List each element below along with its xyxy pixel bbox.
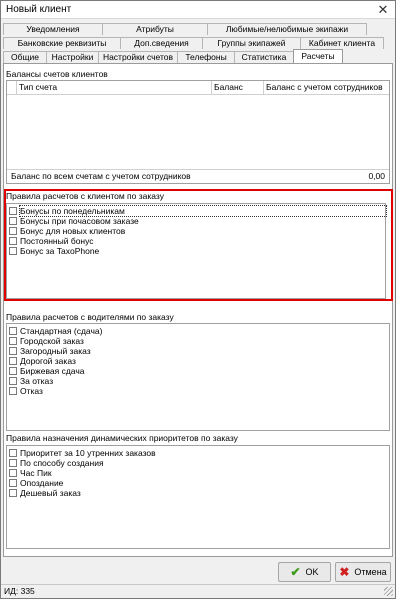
tab-client-cabinet[interactable]: Кабинет клиента <box>300 37 384 49</box>
driver-rules-label: Правила расчетов с водителями по заказу <box>6 312 174 322</box>
window-title: Новый клиент <box>6 4 72 15</box>
tab-general[interactable]: Общие <box>3 51 47 63</box>
tab-bank-details[interactable]: Банковские реквизиты <box>3 37 121 49</box>
checkbox[interactable] <box>9 469 17 477</box>
tab-settings[interactable]: Настройки <box>46 51 99 63</box>
column-balance[interactable]: Баланс <box>212 81 264 95</box>
checkbox[interactable] <box>9 387 17 395</box>
cancel-button[interactable]: ✖ Отмена <box>335 562 391 582</box>
record-id: ИД: 335 <box>4 586 35 596</box>
balances-label: Балансы счетов клиентов <box>6 69 108 79</box>
priority-rule-item[interactable]: Опоздание <box>9 478 156 488</box>
checkmark-icon: ✔ <box>290 565 301 579</box>
checkbox[interactable] <box>9 347 17 355</box>
status-bar: ИД: 335 <box>1 584 395 598</box>
driver-rules-list[interactable]: Стандартная (сдача) Городской заказ Заго… <box>6 323 390 431</box>
tab-settlements[interactable]: Расчеты <box>293 49 343 63</box>
balances-header: Тип счета Баланс Баланс с учетом сотрудн… <box>7 81 389 95</box>
checkbox[interactable] <box>9 489 17 497</box>
client-window: Новый клиент ✕ Уведомления Атрибуты Люби… <box>0 0 396 599</box>
checkbox[interactable] <box>9 479 17 487</box>
column-account-type[interactable]: Тип счета <box>17 81 212 95</box>
priority-rules-list[interactable]: Приоритет за 10 утренних заказов По спос… <box>6 445 390 549</box>
tab-extra-info[interactable]: Доп.сведения <box>120 37 203 49</box>
priority-rules-label: Правила назначения динамических приорите… <box>6 433 238 443</box>
driver-rule-item[interactable]: Дорогой заказ <box>9 356 102 366</box>
ok-button[interactable]: ✔ OK <box>278 562 331 582</box>
tab-notifications[interactable]: Уведомления <box>3 23 103 35</box>
driver-rule-item[interactable]: Городской заказ <box>9 336 102 346</box>
tab-strip: Уведомления Атрибуты Любимые/нелюбимые э… <box>3 21 393 63</box>
close-icon[interactable]: ✕ <box>375 2 391 18</box>
checkbox[interactable] <box>9 357 17 365</box>
driver-rule-item[interactable]: Отказ <box>9 386 102 396</box>
title-bar: Новый клиент ✕ <box>1 1 395 19</box>
tab-attributes[interactable]: Атрибуты <box>102 23 208 35</box>
checkbox[interactable] <box>9 337 17 345</box>
tab-panel-settlements: Балансы счетов клиентов Тип счета Баланс… <box>3 63 393 557</box>
checkbox[interactable] <box>9 327 17 335</box>
driver-rule-item[interactable]: Стандартная (сдача) <box>9 326 102 336</box>
driver-rule-item[interactable]: Загородный заказ <box>9 346 102 356</box>
balances-table[interactable]: Тип счета Баланс Баланс с учетом сотрудн… <box>6 80 390 184</box>
priority-rule-item[interactable]: Дешевый заказ <box>9 488 156 498</box>
priority-rule-item[interactable]: Приоритет за 10 утренних заказов <box>9 448 156 458</box>
highlight-frame <box>4 189 393 301</box>
checkbox[interactable] <box>9 449 17 457</box>
priority-rule-item[interactable]: По способу создания <box>9 458 156 468</box>
driver-rule-item[interactable]: Биржевая сдача <box>9 366 102 376</box>
total-label: Баланс по всем счетам с учетом сотрудник… <box>11 171 191 181</box>
priority-rule-item[interactable]: Час Пик <box>9 468 156 478</box>
tab-favorite-crews[interactable]: Любимые/нелюбимые экипажи <box>207 23 367 35</box>
checkbox[interactable] <box>9 367 17 375</box>
column-balance-staff[interactable]: Баланс с учетом сотрудников <box>264 81 389 95</box>
checkbox[interactable] <box>9 377 17 385</box>
total-value: 0,00 <box>368 171 385 181</box>
cross-icon: ✖ <box>339 565 350 579</box>
driver-rule-item[interactable]: За отказ <box>9 376 102 386</box>
checkbox[interactable] <box>9 459 17 467</box>
tab-account-settings[interactable]: Настройки счетов <box>98 51 178 63</box>
balances-total-row: Баланс по всем счетам с учетом сотрудник… <box>7 169 389 183</box>
tab-phones[interactable]: Телефоны <box>177 51 235 63</box>
resize-grip-icon[interactable] <box>384 587 393 596</box>
tab-statistics[interactable]: Статистика <box>234 51 294 63</box>
tab-crew-groups[interactable]: Группы экипажей <box>202 37 301 49</box>
